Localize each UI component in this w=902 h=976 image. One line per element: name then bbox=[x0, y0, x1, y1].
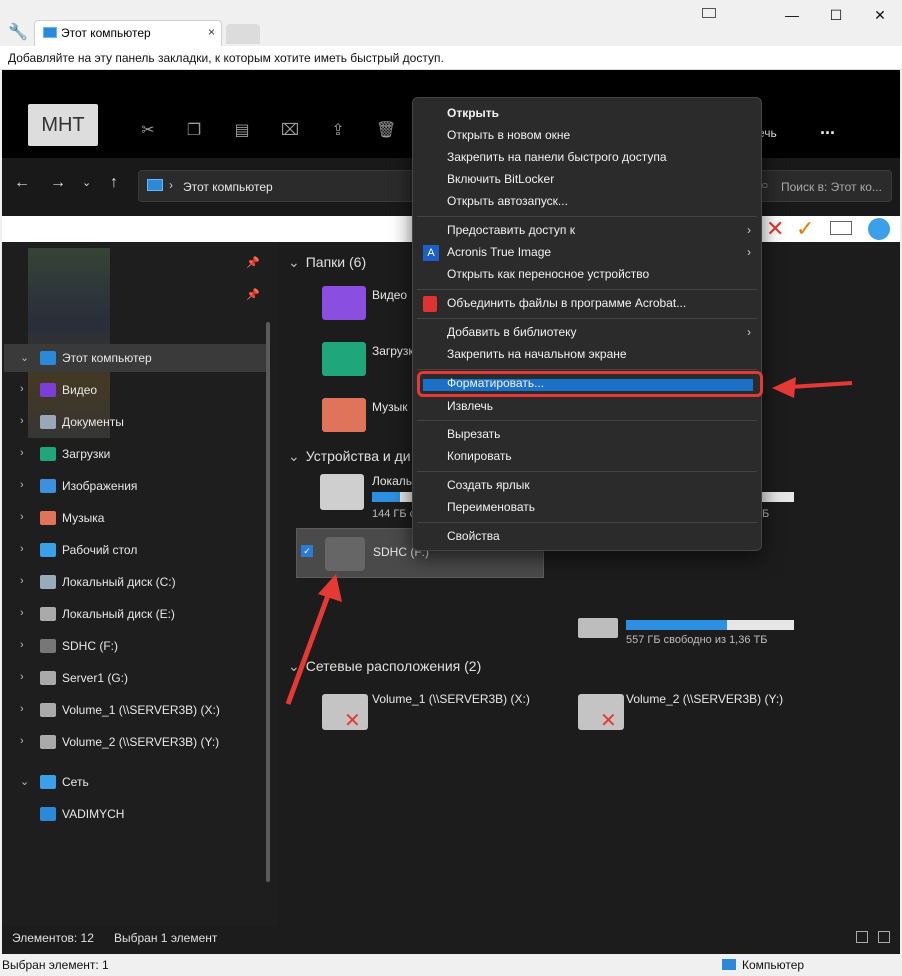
zone-label: Компьютер bbox=[742, 958, 805, 972]
monitor-icon bbox=[722, 959, 736, 970]
arrow-to-sdhc bbox=[285, 589, 333, 705]
browser-status-bar: Выбран элемент: 1 Компьютер bbox=[0, 954, 900, 976]
selected-element-status: Выбран элемент: 1 bbox=[2, 958, 109, 972]
arrow-head bbox=[318, 574, 342, 602]
arrow-head bbox=[772, 377, 796, 398]
arrow-to-format bbox=[789, 381, 853, 389]
annotation-arrows bbox=[285, 377, 853, 705]
